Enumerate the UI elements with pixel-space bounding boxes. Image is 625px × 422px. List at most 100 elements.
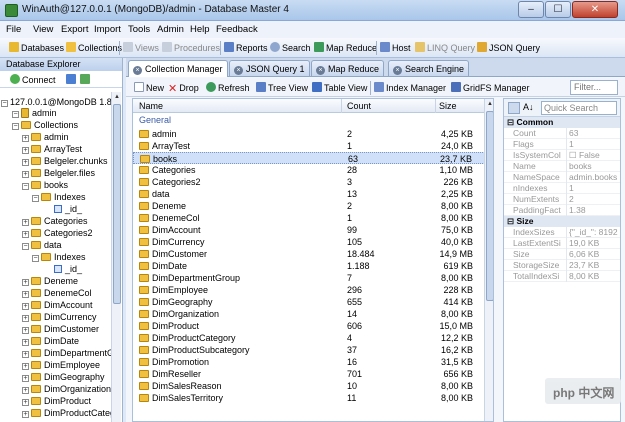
property-row[interactable]: PaddingFact 1.38 bbox=[504, 205, 620, 216]
expand-icon[interactable]: + bbox=[22, 135, 29, 142]
menu-feedback[interactable]: Feedback bbox=[216, 24, 258, 35]
collapse-icon[interactable]: − bbox=[32, 255, 39, 262]
databases-button[interactable]: Databases bbox=[9, 41, 64, 55]
linq-query-button[interactable]: LINQ Query bbox=[415, 41, 475, 55]
minimize-button[interactable]: – bbox=[518, 1, 544, 18]
table-row[interactable]: Deneme 2 8,00 KB bbox=[133, 200, 485, 212]
column-name[interactable]: Name bbox=[139, 101, 163, 111]
expand-icon[interactable]: + bbox=[22, 327, 29, 334]
tree-item[interactable]: − books bbox=[22, 179, 68, 191]
collapse-icon[interactable]: − bbox=[12, 123, 19, 130]
table-row[interactable]: Categories2 3 226 KB bbox=[133, 176, 485, 188]
index-manager-button[interactable]: Index Manager bbox=[374, 81, 446, 95]
expand-icon[interactable]: + bbox=[22, 231, 29, 238]
expand-icon[interactable]: + bbox=[22, 159, 29, 166]
menu-view[interactable]: View bbox=[33, 24, 53, 35]
property-row[interactable]: LastExtentSi 19,0 KB bbox=[504, 238, 620, 249]
close-tab-icon[interactable]: × bbox=[234, 66, 243, 75]
tree-item[interactable]: + DimCustomer bbox=[22, 323, 99, 335]
sort-alpha-icon[interactable]: A↓ bbox=[523, 102, 534, 112]
tree-item[interactable]: + ArrayTest bbox=[22, 143, 82, 155]
property-row[interactable]: StorageSize 23,7 KB bbox=[504, 260, 620, 271]
map-reduce-button[interactable]: Map Reduce bbox=[314, 41, 377, 55]
table-row[interactable]: DimProductSubcategory 37 16,2 KB bbox=[133, 344, 485, 356]
menu-help[interactable]: Help bbox=[190, 24, 210, 35]
expand-icon[interactable]: + bbox=[22, 315, 29, 322]
table-row[interactable]: admin 2 4,25 KB bbox=[133, 128, 485, 140]
tree-item[interactable]: + DimProduct bbox=[22, 395, 91, 407]
property-row[interactable]: NameSpace admin.books bbox=[504, 172, 620, 183]
connect-button[interactable]: Connect bbox=[10, 73, 56, 87]
categorized-icon[interactable] bbox=[508, 102, 520, 114]
refresh-explorer-button[interactable] bbox=[66, 73, 78, 87]
expand-icon[interactable]: + bbox=[22, 291, 29, 298]
column-count[interactable]: Count bbox=[347, 101, 371, 111]
tree-item[interactable]: + Deneme bbox=[22, 275, 78, 287]
property-row[interactable]: IndexSizes {"_id_": 8192 bbox=[504, 227, 620, 238]
table-row[interactable]: DimAccount 99 75,0 KB bbox=[133, 224, 485, 236]
tree-collections-folder[interactable]: − Collections bbox=[12, 119, 78, 131]
expand-icon[interactable]: + bbox=[22, 411, 29, 418]
close-tab-icon[interactable]: × bbox=[316, 66, 325, 75]
procedures-button[interactable]: Procedures bbox=[162, 41, 220, 55]
tree-item[interactable]: + DimEmployee bbox=[22, 359, 100, 371]
views-button[interactable]: Views bbox=[123, 41, 159, 55]
table-row[interactable]: DimProduct 606 15,0 MB bbox=[133, 320, 485, 332]
table-row[interactable]: DimDate 1.188 619 KB bbox=[133, 260, 485, 272]
tab-map-reduce[interactable]: × Map Reduce bbox=[311, 60, 385, 76]
table-row[interactable]: DimEmployee 296 228 KB bbox=[133, 284, 485, 296]
table-row[interactable]: DimPromotion 16 31,5 KB bbox=[133, 356, 485, 368]
property-row[interactable]: Flags 1 bbox=[504, 139, 620, 150]
property-row[interactable]: TotalIndexSi 8,00 KB bbox=[504, 271, 620, 282]
expand-icon[interactable]: + bbox=[22, 147, 29, 154]
property-row[interactable]: Size 6,06 KB bbox=[504, 249, 620, 260]
tree-item[interactable]: + DimProductCateg bbox=[22, 407, 112, 419]
collapse-icon[interactable]: − bbox=[22, 183, 29, 190]
grid-scrollbar[interactable]: ▲ bbox=[484, 99, 493, 421]
filter-input[interactable]: Filter... bbox=[570, 80, 618, 95]
tree-db-admin[interactable]: − admin bbox=[12, 107, 57, 119]
json-query-button[interactable]: JSON Query bbox=[477, 41, 540, 55]
collections-button[interactable]: Collections bbox=[66, 41, 122, 55]
menu-export[interactable]: Export bbox=[61, 24, 88, 35]
drop-button[interactable]: ✕ Drop bbox=[168, 81, 199, 95]
table-row[interactable]: DimGeography 655 414 KB bbox=[133, 296, 485, 308]
collapse-icon[interactable]: − bbox=[32, 195, 39, 202]
tree-item[interactable]: + DimDepartmentG bbox=[22, 347, 112, 359]
property-row[interactable]: nIndexes 1 bbox=[504, 183, 620, 194]
expand-icon[interactable]: + bbox=[22, 303, 29, 310]
expand-icon[interactable]: + bbox=[22, 363, 29, 370]
close-tab-icon[interactable]: × bbox=[393, 66, 402, 75]
expand-icon[interactable]: + bbox=[22, 387, 29, 394]
property-row[interactable]: Count 63 bbox=[504, 128, 620, 139]
menu-file[interactable]: File bbox=[6, 24, 21, 35]
table-row[interactable]: DimReseller 701 656 KB bbox=[133, 368, 485, 380]
quick-search-input[interactable]: Quick Search bbox=[541, 101, 617, 115]
tree-item[interactable]: + DimGeography bbox=[22, 371, 105, 383]
explorer-options-button[interactable] bbox=[80, 73, 92, 87]
tree-view-button[interactable]: Tree View bbox=[256, 81, 308, 95]
expand-icon[interactable]: + bbox=[22, 171, 29, 178]
tab-json-query-1[interactable]: × JSON Query 1 bbox=[229, 60, 310, 76]
tab-collection-manager[interactable]: × Collection Manager bbox=[128, 60, 228, 77]
property-row[interactable]: NumExtents 2 bbox=[504, 194, 620, 205]
expand-icon[interactable]: + bbox=[22, 351, 29, 358]
scroll-thumb[interactable] bbox=[486, 111, 493, 301]
expand-icon[interactable]: + bbox=[22, 399, 29, 406]
common-category[interactable]: ⊟ Common bbox=[504, 117, 620, 128]
tree-item[interactable]: + DimDate bbox=[22, 335, 79, 347]
property-row[interactable]: Name books bbox=[504, 161, 620, 172]
expand-icon[interactable]: + bbox=[22, 375, 29, 382]
table-row[interactable]: data 13 2,25 KB bbox=[133, 188, 485, 200]
checkbox-icon[interactable]: ☐ bbox=[569, 150, 579, 160]
tree-item[interactable]: + DimOrganization bbox=[22, 383, 111, 395]
tree-item[interactable]: + DenemeCol bbox=[22, 287, 92, 299]
column-divider[interactable] bbox=[435, 99, 436, 113]
maximize-button[interactable]: ☐ bbox=[545, 1, 571, 18]
gridfs-manager-button[interactable]: GridFS Manager bbox=[451, 81, 530, 95]
menu-tools[interactable]: Tools bbox=[128, 24, 150, 35]
tree-item[interactable]: _id_ bbox=[54, 263, 82, 275]
new-button[interactable]: New bbox=[134, 81, 164, 95]
tree-item[interactable]: + Categories bbox=[22, 215, 88, 227]
expand-icon[interactable]: + bbox=[22, 339, 29, 346]
